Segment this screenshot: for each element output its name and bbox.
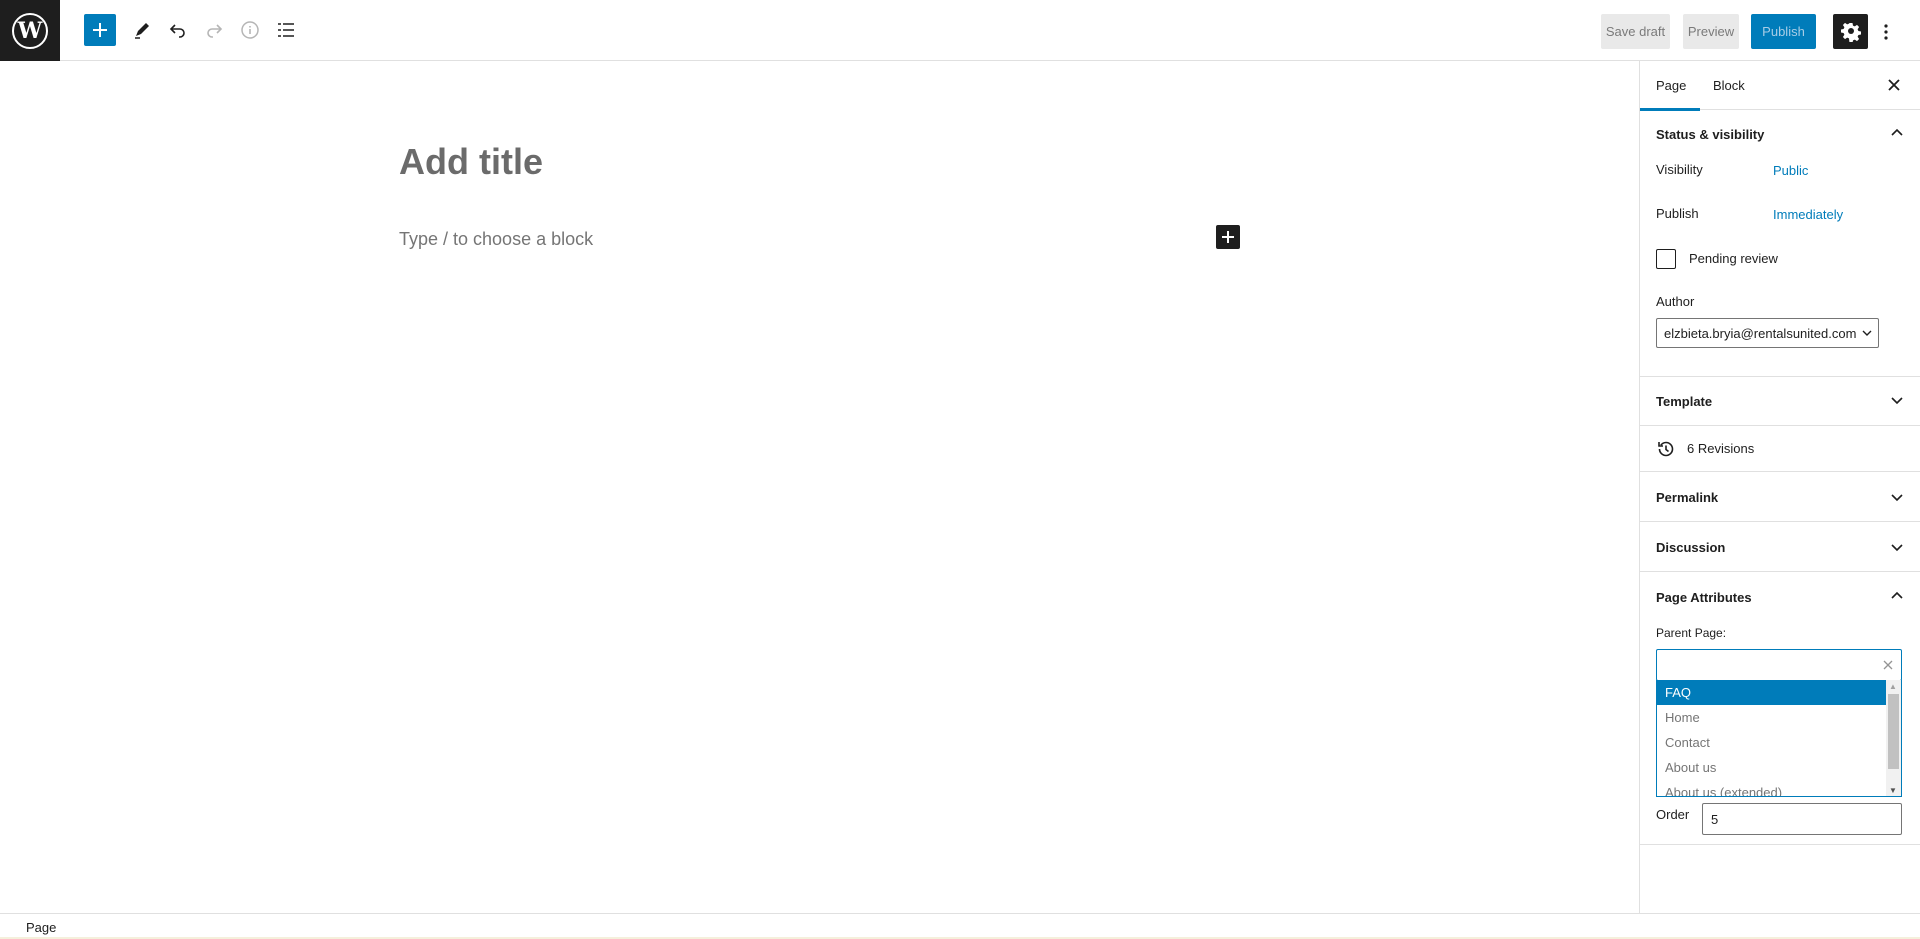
status-visibility-toggle[interactable]: Status & visibility [1640, 110, 1920, 158]
pencil-icon [135, 23, 149, 39]
order-input[interactable]: 5 [1702, 803, 1902, 835]
chevron-down-icon [1891, 397, 1903, 405]
order-label: Order [1656, 807, 1690, 822]
post-title-input[interactable]: Add title [399, 141, 543, 183]
editor-toolbar: W Save draft Preview Publish [0, 0, 1920, 61]
visibility-label: Visibility [1656, 162, 1703, 177]
pending-review-label: Pending review [1689, 251, 1778, 266]
author-value: elzbieta.bryia@rentalsunited.com [1664, 325, 1857, 341]
block-breadcrumb-bar: Page [0, 913, 1920, 939]
preview-button[interactable]: Preview [1683, 14, 1739, 49]
page-attributes-panel: Page Attributes Parent Page: FAQ Home Co… [1640, 572, 1920, 845]
template-panel: Template [1640, 377, 1920, 426]
parent-page-options: FAQ Home Contact About us About us (exte… [1656, 680, 1902, 797]
visibility-toggle[interactable]: Public [1773, 163, 1808, 178]
list-view-icon [278, 23, 294, 37]
option-contact[interactable]: Contact [1657, 730, 1886, 755]
discussion-panel: Discussion [1640, 522, 1920, 572]
editor-canvas: Add title Type / to choose a block [0, 61, 1639, 913]
chevron-up-icon [1891, 591, 1903, 599]
option-about-us[interactable]: About us [1657, 755, 1886, 780]
list-view-button[interactable] [270, 14, 302, 46]
author-label: Author [1656, 294, 1695, 309]
scroll-down-arrow-icon[interactable]: ▼ [1889, 786, 1897, 795]
tab-block[interactable]: Block [1713, 61, 1745, 110]
details-button[interactable] [234, 14, 266, 46]
publish-label: Publish [1656, 206, 1699, 221]
save-draft-button[interactable]: Save draft [1601, 14, 1670, 49]
panel-title: Permalink [1656, 489, 1719, 505]
parent-page-input[interactable] [1656, 649, 1902, 681]
more-vertical-icon [1884, 23, 1888, 40]
page-attributes-body: Parent Page: FAQ Home Contact About us A… [1640, 622, 1920, 844]
redo-icon [207, 24, 223, 38]
close-icon [1888, 79, 1900, 91]
discussion-toggle[interactable]: Discussion [1640, 522, 1920, 572]
status-visibility-body: Visibility Public Publish Immediately Pe… [1640, 158, 1920, 376]
settings-sidebar: Page Block Status & visibility Visibilit… [1639, 61, 1920, 913]
chevron-down-icon [1891, 494, 1903, 502]
inline-add-block-button[interactable] [1216, 225, 1240, 249]
permalink-toggle[interactable]: Permalink [1640, 472, 1920, 522]
clear-icon[interactable] [1881, 658, 1895, 672]
wordpress-logo-button[interactable]: W [0, 0, 60, 61]
option-home[interactable]: Home [1657, 705, 1886, 730]
breadcrumb-page[interactable]: Page [26, 920, 56, 935]
parent-page-label: Parent Page: [1656, 626, 1727, 640]
plus-icon [1222, 231, 1234, 243]
pending-review-checkbox[interactable] [1656, 249, 1676, 269]
publish-button[interactable]: Publish [1751, 14, 1816, 49]
chevron-down-icon [1862, 330, 1872, 336]
add-block-button[interactable] [84, 14, 116, 46]
template-toggle[interactable]: Template [1640, 377, 1920, 425]
tools-button[interactable] [126, 14, 158, 46]
gear-icon [1840, 22, 1861, 42]
chevron-up-icon [1891, 128, 1903, 136]
info-icon [241, 21, 259, 39]
undo-button[interactable] [162, 14, 194, 46]
wordpress-logo-icon: W [12, 12, 48, 49]
permalink-panel: Permalink [1640, 472, 1920, 522]
panel-title: Template [1656, 393, 1713, 409]
plus-icon [93, 23, 107, 37]
sidebar-tabs: Page Block [1639, 61, 1920, 111]
panel-title: Discussion [1656, 539, 1726, 555]
option-about-us-extended[interactable]: About us (extended) [1657, 780, 1886, 796]
option-faq[interactable]: FAQ [1657, 680, 1886, 705]
scrollbar-thumb[interactable] [1888, 694, 1899, 769]
page-attributes-toggle[interactable]: Page Attributes [1640, 572, 1920, 622]
author-select[interactable]: elzbieta.bryia@rentalsunited.com [1656, 318, 1879, 348]
options-scrollbar[interactable]: ▲ ▼ [1886, 680, 1901, 796]
status-visibility-panel: Status & visibility Visibility Public Pu… [1640, 110, 1920, 377]
undo-icon [169, 24, 185, 38]
block-placeholder[interactable]: Type / to choose a block [399, 229, 593, 250]
tab-page[interactable]: Page [1639, 61, 1701, 111]
settings-button[interactable] [1833, 14, 1868, 49]
redo-button[interactable] [198, 14, 230, 46]
close-sidebar-button[interactable] [1884, 75, 1904, 95]
history-icon [1658, 441, 1674, 456]
scroll-up-arrow-icon[interactable]: ▲ [1889, 682, 1897, 691]
panel-title: Status & visibility [1656, 126, 1765, 142]
chevron-down-icon [1891, 544, 1903, 552]
publish-date-toggle[interactable]: Immediately [1773, 207, 1843, 222]
revisions-link[interactable]: 6 Revisions [1640, 426, 1920, 472]
panel-title: Page Attributes [1656, 589, 1752, 605]
revisions-label: 6 Revisions [1687, 441, 1755, 456]
options-button[interactable] [1878, 14, 1894, 49]
